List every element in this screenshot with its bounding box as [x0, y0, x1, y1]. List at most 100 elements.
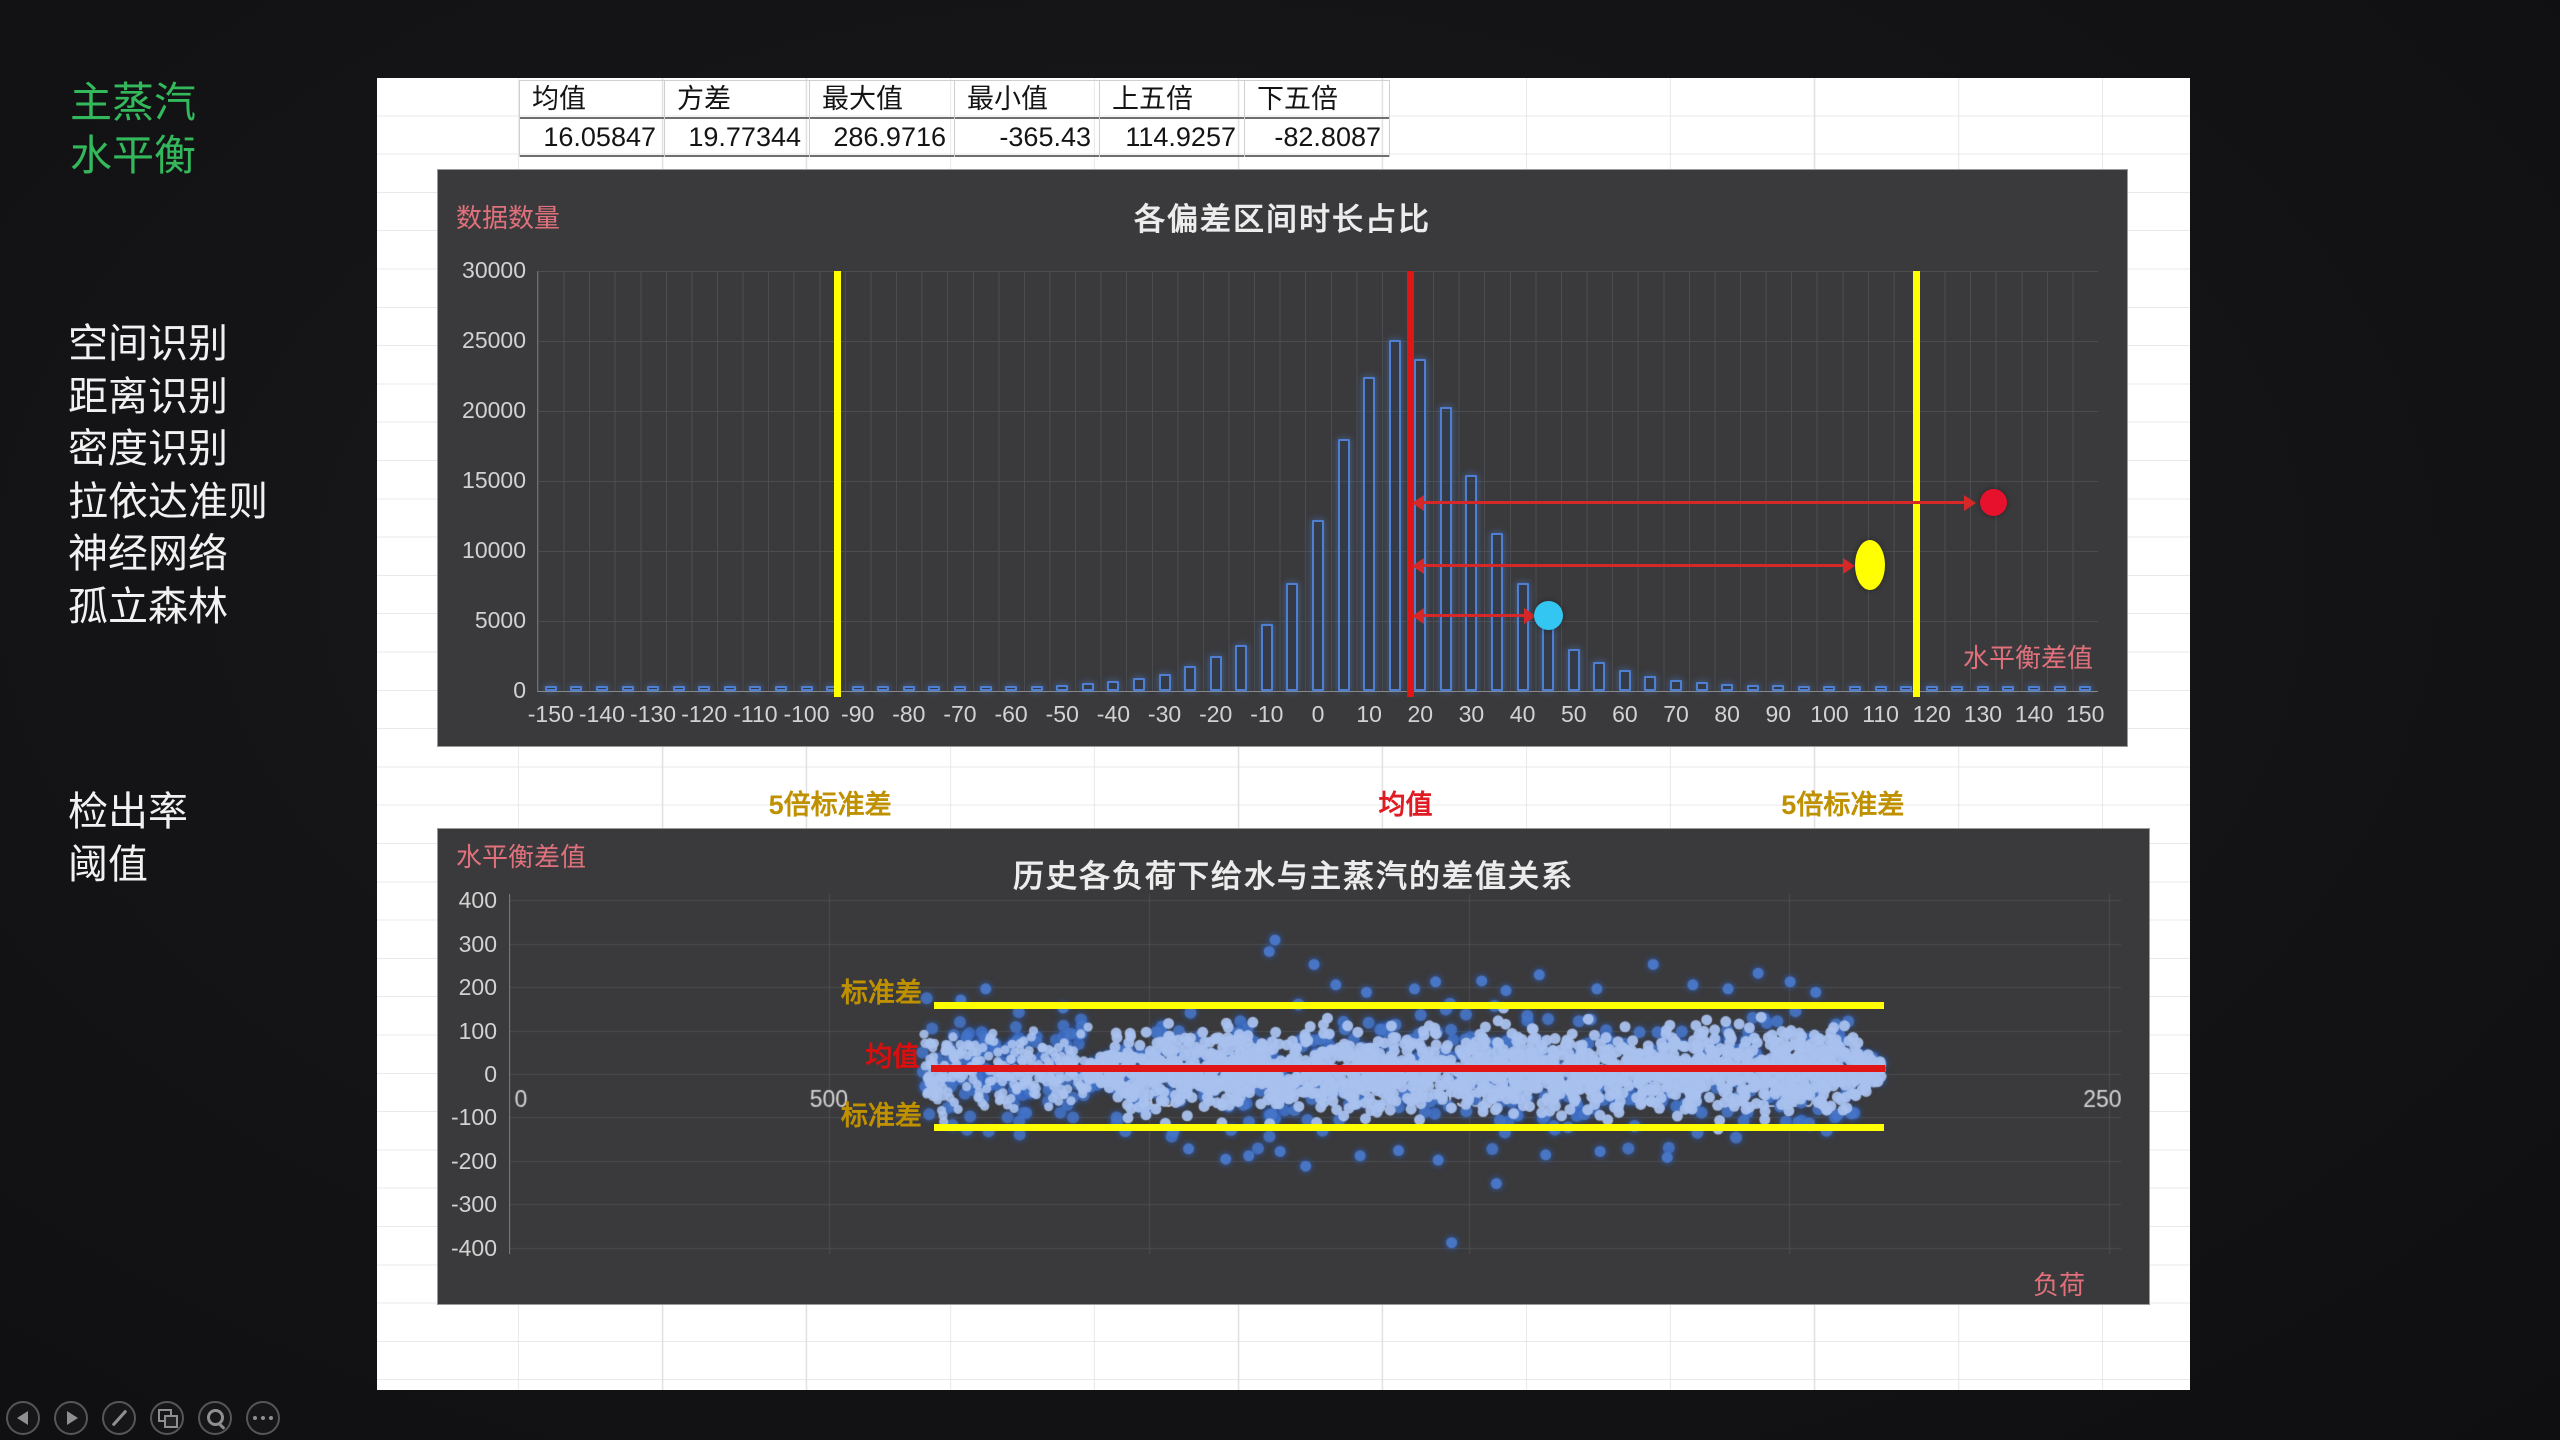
histogram-bar — [1670, 680, 1682, 691]
scatter-x-axis-title: 负荷 — [2033, 1265, 2085, 1302]
histogram-bar — [2002, 686, 2014, 691]
histogram-bar — [1133, 678, 1145, 691]
histogram-bar — [1568, 649, 1580, 691]
more-options-button[interactable] — [246, 1401, 280, 1435]
histogram-bar — [1465, 475, 1477, 691]
stats-header: 最大值 — [810, 81, 954, 119]
histogram-bar — [1644, 676, 1656, 691]
outlier-marker-ellipse — [1855, 540, 1885, 590]
reference-line-yellow — [1913, 271, 1920, 697]
next-slide-button[interactable] — [54, 1401, 88, 1435]
histogram-bar — [775, 686, 787, 691]
histogram-bar — [1619, 670, 1631, 691]
scatter-title: 历史各负荷下给水与主蒸汽的差值关系 — [438, 851, 2149, 896]
arrow-left-icon — [8, 1403, 38, 1433]
y-axis-tick-label: 300 — [419, 931, 497, 958]
histogram-bar — [2054, 686, 2066, 691]
stats-column: 方差 19.77344 — [665, 81, 810, 157]
y-axis-tick-label: 15000 — [446, 467, 526, 494]
y-axis-tick-label: -100 — [419, 1104, 497, 1131]
method-item: 空间识别 — [68, 318, 268, 371]
histogram-bar — [1107, 681, 1119, 691]
stats-column: 上五倍 114.9257 — [1100, 81, 1245, 157]
histogram-bar — [1210, 656, 1222, 691]
histogram-bar — [1849, 686, 1861, 691]
deviation-arrow — [1415, 614, 1533, 617]
slides-icon — [152, 1403, 182, 1433]
reference-line-yellow — [834, 271, 841, 697]
histogram-bar — [928, 686, 940, 691]
histogram-bar — [698, 686, 710, 691]
histogram-bar — [1772, 685, 1784, 691]
stats-header: 上五倍 — [1100, 81, 1244, 119]
stats-column: 最小值 -365.43 — [955, 81, 1100, 157]
histogram-bar — [1900, 686, 1912, 691]
y-axis-tick-label: 0 — [419, 1061, 497, 1088]
scatter-points-canvas — [509, 894, 2121, 1254]
histogram-bar — [1184, 666, 1196, 691]
stats-value: 16.05847 — [520, 119, 664, 157]
histogram-bar — [980, 686, 992, 691]
histogram-bar — [1312, 520, 1324, 691]
histogram-bar — [1696, 682, 1708, 691]
histogram-title: 各偏差区间时长占比 — [438, 194, 2127, 239]
histogram-bar — [570, 686, 582, 691]
y-axis-tick-label: 25000 — [446, 327, 526, 354]
histogram-bar — [1823, 686, 1835, 691]
stats-value: 286.9716 — [810, 119, 954, 157]
histogram-bar — [877, 686, 889, 691]
histogram-bar — [903, 686, 915, 691]
stats-value: -82.8087 — [1245, 119, 1389, 157]
reference-line-caption: 5倍标准差 — [1733, 783, 1953, 822]
previous-slide-button[interactable] — [6, 1401, 40, 1435]
reference-line-caption: 5倍标准差 — [720, 783, 940, 822]
stats-header: 均值 — [520, 81, 664, 119]
metric-list: 检出率 阈值 — [68, 786, 188, 892]
scatter-plot-area: 标准差均值标准差4003002001000-100-200-300-400 — [509, 894, 2121, 1254]
histogram-bar — [1389, 340, 1401, 691]
reference-line-label: 标准差 — [702, 971, 922, 1010]
y-axis-tick-label: 100 — [419, 1018, 497, 1045]
histogram-bar — [1286, 583, 1298, 691]
deviation-arrow — [1415, 501, 1973, 504]
stats-header: 方差 — [665, 81, 809, 119]
method-item: 神经网络 — [68, 528, 268, 581]
stats-header: 最小值 — [955, 81, 1099, 119]
histogram-bar — [1005, 686, 1017, 691]
histogram-bar — [852, 686, 864, 691]
y-axis-tick-label: 200 — [419, 974, 497, 1001]
histogram-bar — [954, 686, 966, 691]
reference-line-label: 均值 — [699, 1035, 919, 1074]
reference-line-label: 标准差 — [702, 1094, 922, 1133]
histogram-bar — [1235, 645, 1247, 691]
histogram-bar — [1542, 622, 1554, 691]
histogram-bar — [1261, 624, 1273, 691]
pen-tool-button[interactable] — [102, 1401, 136, 1435]
y-axis-tick-label: 10000 — [446, 537, 526, 564]
method-list: 空间识别 距离识别 密度识别 拉依达准则 神经网络 孤立森林 — [68, 318, 268, 633]
stats-column: 下五倍 -82.8087 — [1245, 81, 1390, 157]
ellipsis-icon — [248, 1403, 278, 1433]
histogram-bar — [673, 686, 685, 691]
histogram-bar — [647, 686, 659, 691]
method-item: 密度识别 — [68, 423, 268, 476]
stats-value: 19.77344 — [665, 119, 809, 157]
deviation-arrow — [1415, 564, 1852, 567]
presentation-slide: 主蒸汽 水平衡 空间识别 距离识别 密度识别 拉依达准则 神经网络 孤立森林 检… — [0, 0, 2560, 1440]
slide-heading-line: 主蒸汽 — [70, 76, 196, 129]
histogram-bar — [1721, 684, 1733, 691]
stats-value: -365.43 — [955, 119, 1099, 157]
histogram-bar — [1747, 685, 1759, 691]
histogram-chart: 数据数量 各偏差区间时长占比 -150-140-130-120-110-100-… — [437, 169, 2128, 747]
reference-line-red — [1407, 271, 1414, 697]
slide-sorter-button[interactable] — [150, 1401, 184, 1435]
histogram-bar — [724, 686, 736, 691]
reference-line-caption: 均值 — [1296, 783, 1516, 822]
slide-heading-line: 水平衡 — [70, 129, 196, 182]
histogram-plot-area: -150-140-130-120-110-100-90-80-70-60-50-… — [537, 271, 2098, 692]
y-axis-tick-label: 20000 — [446, 397, 526, 424]
histogram-x-axis-title: 水平衡差值 — [1963, 638, 2093, 675]
zoom-button[interactable] — [198, 1401, 232, 1435]
y-axis-tick-label: 5000 — [446, 607, 526, 634]
method-item: 孤立森林 — [68, 581, 268, 634]
